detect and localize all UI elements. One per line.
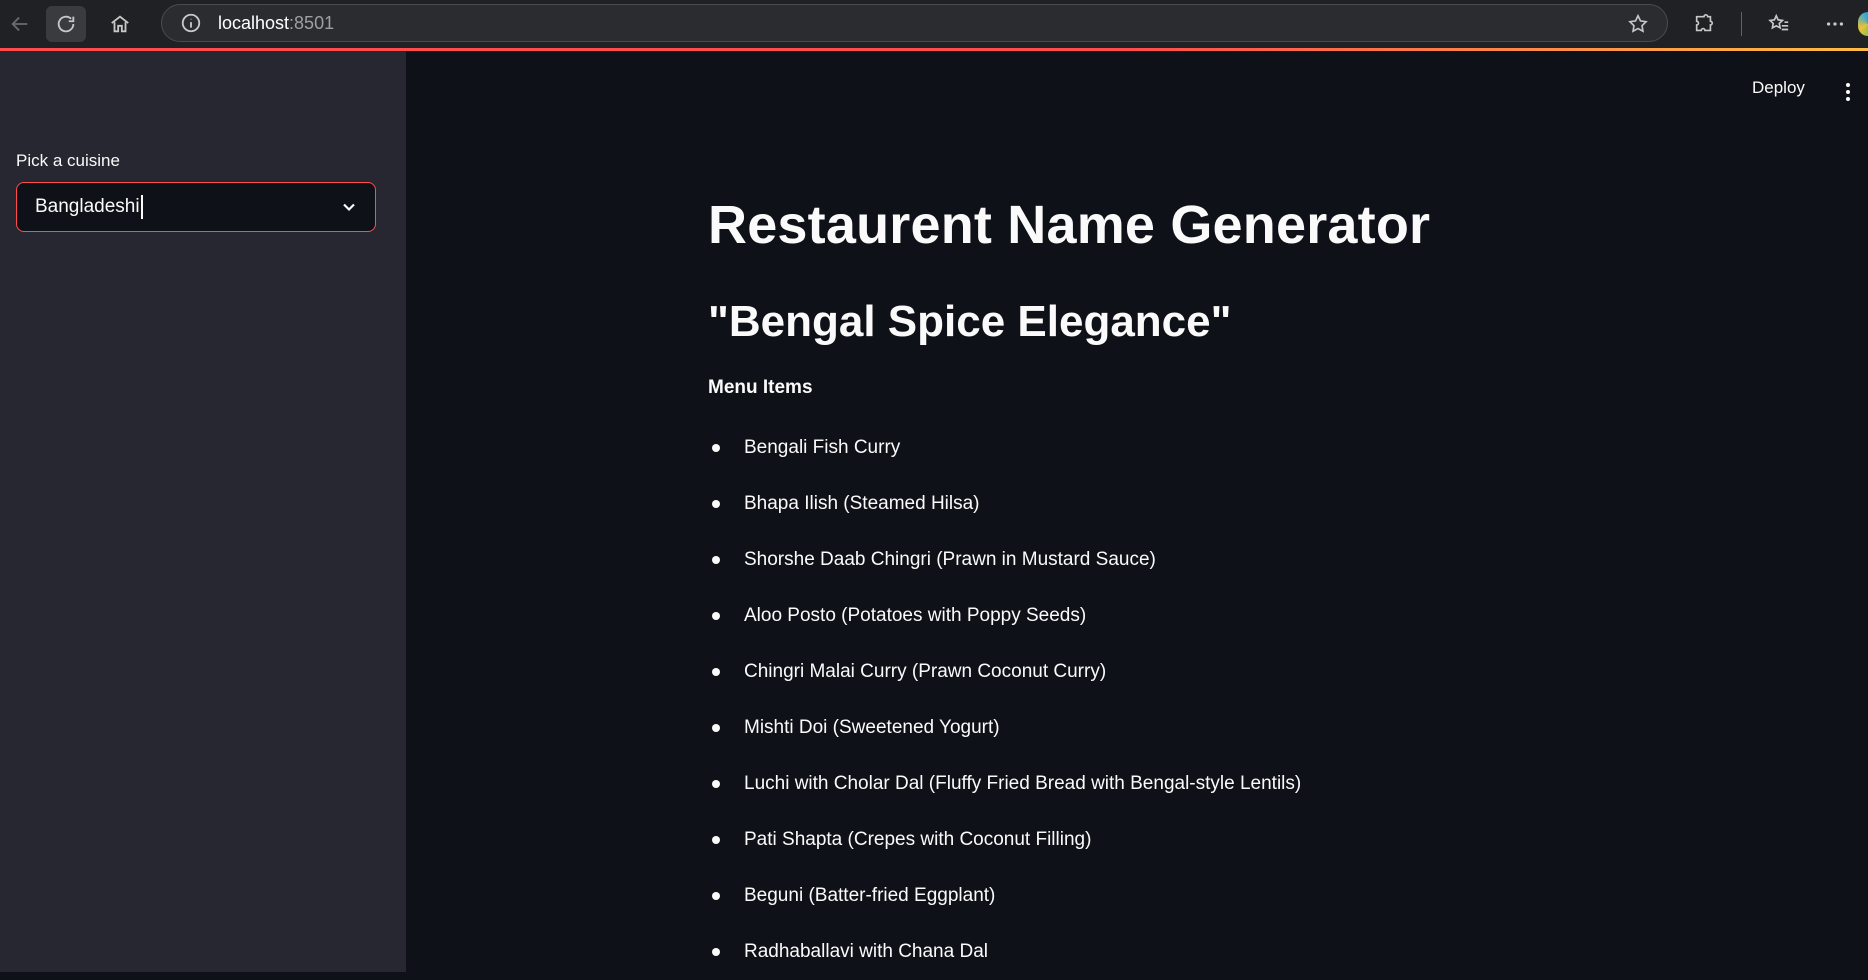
bullet-icon [712,556,720,564]
arrow-left-icon [11,16,28,32]
menu-items-heading: Menu Items [708,377,813,398]
info-icon[interactable] [180,12,202,34]
chevron-down-icon[interactable] [339,197,359,217]
home-button[interactable] [100,6,140,42]
menu-item-text: Bengali Fish Curry [744,437,901,458]
url-port: :8501 [289,12,335,33]
cuisine-label: Pick a cuisine [16,151,120,170]
bullet-icon [712,836,720,844]
menu-items-list: Bengali Fish Curry Bhapa Ilish (Steamed … [708,420,1301,980]
url-host: localhost [218,12,290,33]
favorite-star-icon[interactable] [1627,13,1649,35]
cuisine-select-value: Bangladeshi [35,196,140,217]
bullet-icon [712,780,720,788]
ellipsis-icon [1826,22,1844,26]
list-item: Bengali Fish Curry [708,420,1301,476]
list-item: Shorshe Daab Chingri (Prawn in Mustard S… [708,532,1301,588]
list-item: Luchi with Cholar Dal (Fluffy Fried Brea… [708,756,1301,812]
bullet-icon [712,444,720,452]
bullet-icon [712,612,720,620]
bullet-icon [712,892,720,900]
menu-item-text: Beguni (Batter-fried Eggplant) [744,885,996,906]
back-button[interactable] [0,6,40,42]
list-item: Aloo Posto (Potatoes with Poppy Seeds) [708,588,1301,644]
menu-item-text: Aloo Posto (Potatoes with Poppy Seeds) [744,605,1087,626]
menu-item-text: Luchi with Cholar Dal (Fluffy Fried Brea… [744,773,1302,794]
list-item: Chingri Malai Curry (Prawn Coconut Curry… [708,644,1301,700]
favorites-button[interactable] [1760,6,1798,42]
puzzle-icon [1695,14,1714,32]
list-item: Bhapa Ilish (Steamed Hilsa) [708,476,1301,532]
bullet-icon [712,668,720,676]
restaurant-name-heading: "Bengal Spice Elegance" [708,297,1232,346]
browser-profile-icon[interactable] [1858,12,1868,36]
menu-item-text: Mishti Doi (Sweetened Yogurt) [744,717,1000,738]
menu-item-text: Radhaballavi with Chana Dal [744,941,988,962]
address-bar[interactable]: localhost:8501 [161,4,1668,42]
bullet-icon [712,500,720,508]
menu-item-text: Shorshe Daab Chingri (Prawn in Mustard S… [744,549,1156,570]
main-menu-icon[interactable] [1836,80,1860,104]
menu-item-text: Bhapa Ilish (Steamed Hilsa) [744,493,980,514]
list-item: Beguni (Batter-fried Eggplant) [708,868,1301,924]
bullet-icon [712,948,720,956]
favorites-list-icon [1768,13,1789,31]
more-options-button[interactable] [1816,6,1854,42]
deploy-button[interactable]: Deploy [1752,78,1805,98]
bullet-icon [712,724,720,732]
refresh-button[interactable] [46,6,86,42]
browser-tools [1685,6,1854,42]
menu-item-text: Chingri Malai Curry (Prawn Coconut Curry… [744,661,1107,682]
toolbar-divider [1741,12,1742,36]
text-cursor [140,195,143,219]
sidebar: Pick a cuisine Bangladeshi [0,51,406,972]
browser-toolbar: localhost:8501 [0,0,1868,48]
extensions-button[interactable] [1685,6,1723,42]
home-icon [111,15,129,33]
page-title: Restaurent Name Generator [708,195,1431,255]
menu-item-text: Pati Shapta (Crepes with Coconut Filling… [744,829,1092,850]
list-item: Pati Shapta (Crepes with Coconut Filling… [708,812,1301,868]
refresh-icon [57,15,75,33]
cuisine-select[interactable]: Bangladeshi [16,182,376,232]
list-item: Mishti Doi (Sweetened Yogurt) [708,700,1301,756]
